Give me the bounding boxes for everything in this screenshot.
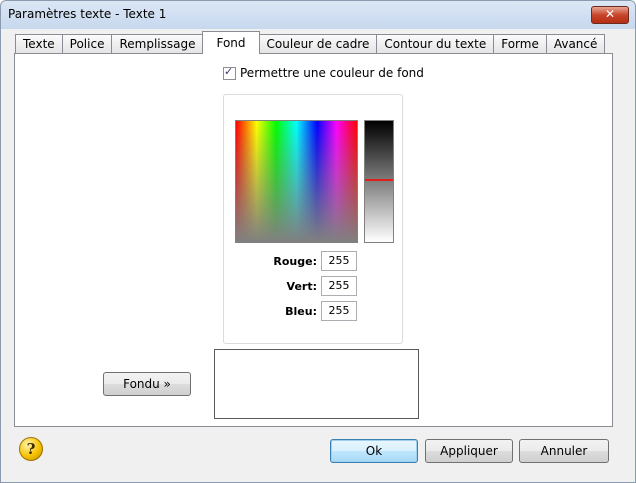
color-spectrum[interactable] [235, 120, 358, 243]
luminance-slider[interactable] [364, 120, 394, 243]
tab-remplissage[interactable]: Remplissage [111, 34, 204, 54]
blue-label: Bleu: [285, 305, 317, 318]
blue-row: Bleu: 255 [224, 301, 364, 321]
red-label: Rouge: [273, 255, 317, 268]
color-preview [214, 349, 419, 419]
gradient-button[interactable]: Fondu » [103, 372, 191, 396]
cancel-button[interactable]: Annuler [519, 439, 609, 463]
tab-couleur-de-cadre[interactable]: Couleur de cadre [258, 34, 378, 54]
green-input[interactable]: 255 [321, 276, 357, 296]
tab-contour-du-texte[interactable]: Contour du texte [376, 34, 495, 54]
window-title: Paramètres texte - Texte 1 [8, 7, 167, 21]
enable-background-label: Permettre une couleur de fond [240, 66, 424, 80]
green-row: Vert: 255 [224, 276, 364, 296]
help-icon[interactable]: ? [19, 437, 43, 461]
blue-input[interactable]: 255 [321, 301, 357, 321]
enable-background-checkbox[interactable] [223, 65, 236, 80]
enable-background-row[interactable]: Permettre une couleur de fond [223, 65, 424, 80]
green-label: Vert: [286, 280, 317, 293]
tab-strip: Texte Police Remplissage Fond Couleur de… [15, 31, 606, 54]
red-row: Rouge: 255 [224, 251, 364, 271]
apply-button[interactable]: Appliquer [425, 439, 513, 463]
dialog-window: Paramètres texte - Texte 1 ✕ Texte Polic… [0, 0, 636, 483]
tab-avance[interactable]: Avancé [545, 34, 606, 54]
ok-button[interactable]: Ok [330, 439, 418, 463]
luminance-marker[interactable] [365, 179, 393, 181]
close-button[interactable]: ✕ [591, 6, 629, 24]
red-input[interactable]: 255 [321, 251, 357, 271]
tab-police[interactable]: Police [61, 34, 113, 54]
fond-panel: Permettre une couleur de fond Rouge: 255… [14, 53, 613, 427]
tab-fond[interactable]: Fond [202, 31, 260, 54]
tab-texte[interactable]: Texte [15, 34, 63, 54]
title-bar[interactable]: Paramètres texte - Texte 1 ✕ [1, 1, 635, 29]
tab-forme[interactable]: Forme [493, 34, 547, 54]
color-picker-group: Rouge: 255 Vert: 255 Bleu: 255 [223, 94, 403, 344]
